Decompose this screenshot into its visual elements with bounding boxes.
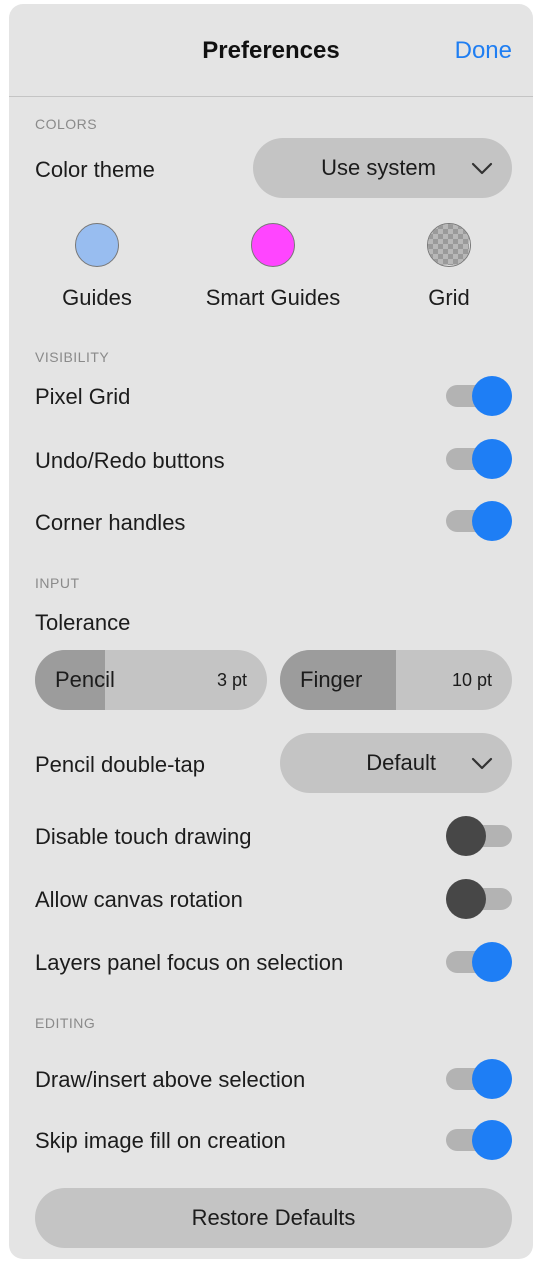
draw-insert-above-label: Draw/insert above selection xyxy=(35,1067,306,1092)
guides-label: Guides xyxy=(62,285,132,310)
disable-touch-drawing-label: Disable touch drawing xyxy=(35,824,252,849)
grid-color-swatch[interactable] xyxy=(427,223,471,267)
checkerboard-icon xyxy=(428,224,469,265)
pencil-double-tap-value: Default xyxy=(366,750,436,775)
section-input: INPUT xyxy=(35,575,80,591)
section-colors: COLORS xyxy=(35,116,98,132)
smart-guides-label: Smart Guides xyxy=(205,285,341,310)
finger-tolerance-slider[interactable]: Finger 10 pt xyxy=(280,650,512,710)
grid-label: Grid xyxy=(428,285,470,310)
allow-canvas-rotation-label: Allow canvas rotation xyxy=(35,887,243,912)
pencil-tolerance-slider[interactable]: Pencil 3 pt xyxy=(35,650,267,710)
corner-handles-label: Corner handles xyxy=(35,510,186,535)
disable-touch-drawing-toggle[interactable] xyxy=(446,816,512,856)
finger-tolerance-value: 10 pt xyxy=(451,670,492,690)
guides-color-swatch[interactable] xyxy=(75,223,119,267)
section-editing: EDITING xyxy=(35,1015,96,1031)
draw-insert-above-toggle[interactable] xyxy=(446,1059,512,1099)
pixel-grid-toggle[interactable] xyxy=(446,376,512,416)
skip-image-fill-label: Skip image fill on creation xyxy=(35,1128,286,1153)
corner-handles-toggle[interactable] xyxy=(446,501,512,541)
undo-redo-toggle[interactable] xyxy=(446,439,512,479)
undo-redo-label: Undo/Redo buttons xyxy=(35,448,225,473)
pencil-double-tap-select[interactable]: Default xyxy=(280,733,512,793)
allow-canvas-rotation-toggle[interactable] xyxy=(446,879,512,919)
skip-image-fill-toggle[interactable] xyxy=(446,1120,512,1160)
done-button[interactable]: Done xyxy=(455,37,512,65)
pencil-double-tap-label: Pencil double-tap xyxy=(35,752,206,777)
restore-defaults-button[interactable]: Restore Defaults xyxy=(35,1188,512,1248)
pencil-tolerance-value: 3 pt xyxy=(216,670,247,690)
header: Preferences Done xyxy=(9,4,533,97)
layers-focus-label: Layers panel focus on selection xyxy=(35,950,344,975)
tolerance-label: Tolerance xyxy=(35,610,131,635)
section-visibility: VISIBILITY xyxy=(35,349,110,365)
preferences-panel: Preferences Done COLORS Color theme Use … xyxy=(9,4,533,1259)
color-theme-value: Use system xyxy=(321,155,436,180)
smart-guides-color-swatch[interactable] xyxy=(251,223,295,267)
chevron-down-icon xyxy=(471,757,493,770)
pixel-grid-label: Pixel Grid xyxy=(35,384,131,409)
finger-tolerance-label: Finger xyxy=(300,667,363,692)
color-theme-label: Color theme xyxy=(35,157,155,182)
color-theme-select[interactable]: Use system xyxy=(253,138,512,198)
pencil-tolerance-label: Pencil xyxy=(55,667,115,692)
layers-focus-toggle[interactable] xyxy=(446,942,512,982)
chevron-down-icon xyxy=(471,162,493,175)
